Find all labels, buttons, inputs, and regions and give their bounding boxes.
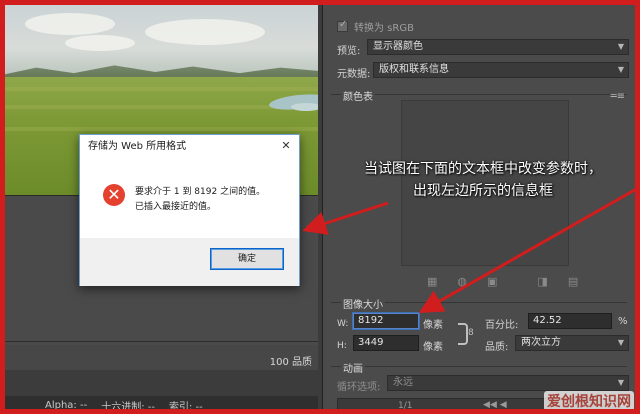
percent-unit: % bbox=[618, 316, 628, 327]
dialog-title: 存储为 Web 所用格式 bbox=[80, 135, 299, 158]
metadata-label: 元数据: bbox=[337, 69, 371, 80]
chain-link-icon: 8 bbox=[468, 328, 474, 338]
chevron-down-icon: ▼ bbox=[617, 378, 624, 387]
color-table-toolbar: ▦ ◍ ▣ ◨ ▤ bbox=[427, 275, 578, 288]
convert-srgb-checkbox[interactable] bbox=[337, 19, 348, 32]
preview-select[interactable]: 显示器颜色 ▼ bbox=[367, 39, 629, 55]
error-icon: ✕ bbox=[103, 184, 125, 206]
trash-icon[interactable]: ▤ bbox=[568, 275, 578, 288]
ok-button[interactable]: 确定 bbox=[210, 248, 284, 270]
watermark: 爱创根知识网 bbox=[544, 391, 634, 411]
percent-input[interactable]: 42.52 bbox=[528, 313, 612, 329]
width-unit: 像素 bbox=[423, 320, 443, 331]
preview-select-value: 显示器颜色 bbox=[373, 41, 423, 52]
annotation-line1: 当试图在下面的文本框中改变参数时， bbox=[364, 161, 602, 177]
quality-readout: 100 品质 bbox=[269, 357, 312, 368]
animation-title: 动画 bbox=[341, 360, 365, 375]
alpha-readout: Alpha: -- bbox=[45, 399, 88, 411]
map-color-icon[interactable]: ▦ bbox=[427, 275, 437, 288]
color-table-title: 颜色表 bbox=[341, 88, 375, 103]
width-label: W: bbox=[337, 319, 349, 329]
close-icon[interactable]: ✕ bbox=[279, 139, 293, 153]
error-message-line2: 已插入最接近的值。 bbox=[135, 202, 217, 212]
loop-select[interactable]: 永远 ▼ bbox=[387, 375, 629, 391]
image-size-title: 图像大小 bbox=[341, 296, 385, 311]
divider bbox=[331, 366, 627, 367]
index-readout: 索引: -- bbox=[168, 401, 203, 413]
annotation-text: 当试图在下面的文本框中改变参数时， 出现左边所示的信息框 bbox=[333, 158, 633, 202]
cloud bbox=[25, 13, 115, 35]
height-unit: 像素 bbox=[423, 342, 443, 353]
constrain-proportions-icon[interactable] bbox=[458, 323, 468, 345]
new-color-icon[interactable]: ◨ bbox=[537, 275, 547, 288]
height-input[interactable]: 3449 bbox=[353, 335, 419, 351]
error-dialog: 存储为 Web 所用格式 ✕ ✕ 要求介于 1 到 8192 之间的值。 已插入… bbox=[79, 134, 300, 286]
first-frame-icon[interactable]: ◀◀ ◀ bbox=[483, 400, 507, 410]
error-message-line1: 要求介于 1 到 8192 之间的值。 bbox=[135, 187, 266, 197]
pond bbox=[291, 103, 318, 111]
chevron-down-icon: ▼ bbox=[617, 338, 624, 347]
percent-label: 百分比: bbox=[485, 320, 519, 331]
divider bbox=[5, 341, 318, 342]
dialog-body: ✕ 要求介于 1 到 8192 之间的值。 已插入最接近的值。 bbox=[80, 158, 299, 238]
frame-counter: 1/1 bbox=[398, 401, 413, 411]
preview-label: 预览: bbox=[337, 46, 361, 57]
resample-select[interactable]: 两次立方 ▼ bbox=[515, 335, 629, 351]
web-snap-icon[interactable]: ◍ bbox=[457, 275, 467, 288]
annotation-line2: 出现左边所示的信息框 bbox=[413, 183, 553, 199]
chevron-down-icon: ▼ bbox=[617, 42, 624, 51]
convert-srgb-row[interactable]: 转换为 sRGB bbox=[337, 19, 414, 34]
width-input[interactable]: 8192 bbox=[353, 313, 419, 329]
height-label: H: bbox=[337, 341, 347, 351]
status-bar: Alpha: -- 十六进制: -- 索引: -- bbox=[5, 396, 318, 414]
divider bbox=[331, 94, 627, 95]
metadata-select[interactable]: 版权和联系信息 ▼ bbox=[373, 62, 629, 78]
hex-readout: 十六进制: -- bbox=[101, 401, 155, 413]
cloud bbox=[65, 35, 135, 51]
loop-select-value: 永远 bbox=[393, 377, 413, 388]
settings-panel: 转换为 sRGB 预览: 显示器颜色 ▼ 元数据: 版权和联系信息 ▼ 颜色表 … bbox=[322, 5, 635, 414]
convert-srgb-label: 转换为 sRGB bbox=[354, 23, 414, 34]
lock-icon[interactable]: ▣ bbox=[487, 275, 497, 288]
cloud bbox=[145, 19, 265, 45]
quality-label: 品质: bbox=[485, 342, 509, 353]
resample-select-value: 两次立方 bbox=[521, 337, 561, 348]
panel-menu-icon[interactable]: ═≡ bbox=[611, 91, 625, 102]
metadata-select-value: 版权和联系信息 bbox=[379, 64, 449, 75]
chevron-down-icon: ▼ bbox=[617, 65, 624, 74]
loop-label: 循环选项: bbox=[337, 382, 381, 393]
